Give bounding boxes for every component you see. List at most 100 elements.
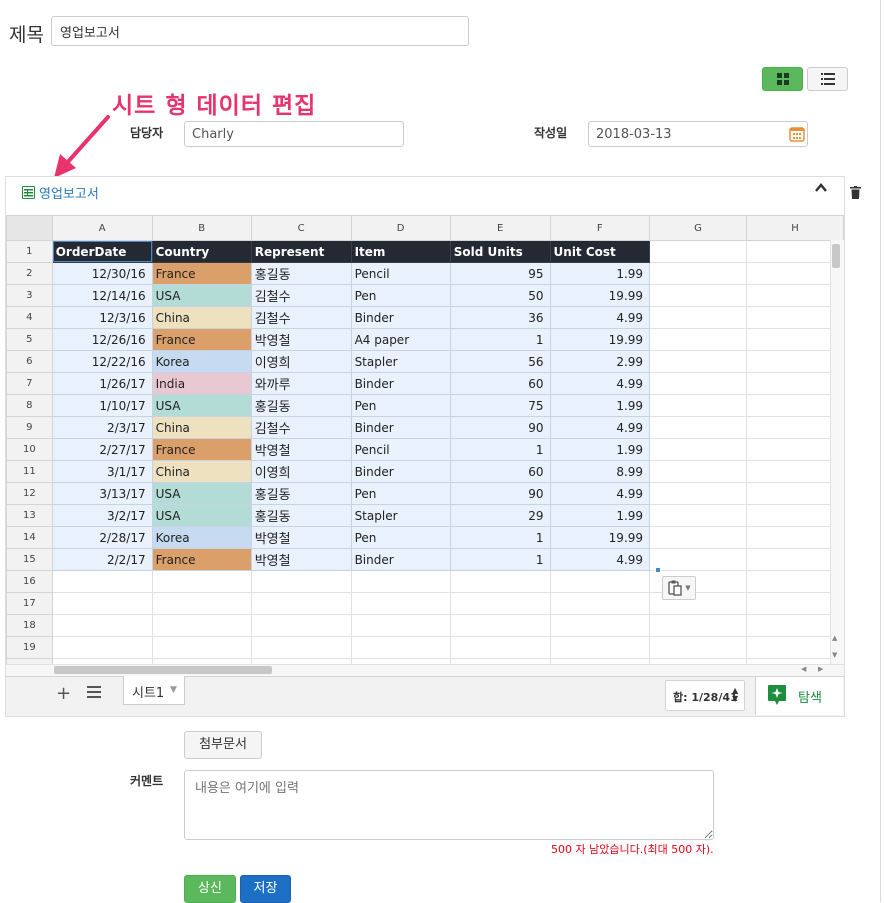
empty-cell[interactable]: [649, 482, 747, 505]
column-header[interactable]: B: [151, 215, 252, 241]
empty-cell[interactable]: [649, 328, 747, 351]
data-cell[interactable]: USA: [151, 394, 252, 417]
empty-cell[interactable]: [649, 636, 747, 659]
vertical-scroll-thumb[interactable]: [832, 244, 840, 268]
add-sheet-icon[interactable]: +: [56, 683, 71, 704]
data-cell[interactable]: China: [151, 460, 252, 483]
empty-cell[interactable]: [649, 262, 747, 285]
manager-input[interactable]: [184, 121, 404, 147]
empty-cell[interactable]: [350, 570, 451, 593]
data-cell[interactable]: 와까루: [250, 372, 352, 395]
data-cell[interactable]: 4.99: [549, 548, 651, 571]
data-cell[interactable]: 4.99: [549, 306, 651, 329]
column-header[interactable]: D: [350, 215, 451, 241]
data-cell[interactable]: 홍길동: [250, 394, 352, 417]
header-cell[interactable]: Unit Cost: [549, 240, 651, 263]
data-cell[interactable]: 2.99: [549, 350, 651, 373]
header-cell[interactable]: OrderDate: [51, 240, 153, 263]
submit-button[interactable]: 상신: [184, 875, 236, 903]
row-header[interactable]: 6: [6, 350, 53, 373]
data-cell[interactable]: 박영철: [250, 328, 352, 351]
data-cell[interactable]: France: [151, 438, 252, 461]
calendar-icon[interactable]: [789, 126, 805, 142]
data-cell[interactable]: 60: [449, 372, 551, 395]
data-cell[interactable]: 1/26/17: [51, 372, 153, 395]
data-cell[interactable]: 김철수: [250, 284, 352, 307]
data-cell[interactable]: 1: [449, 438, 551, 461]
data-cell[interactable]: 8.99: [549, 460, 651, 483]
chevron-up-icon[interactable]: [815, 183, 827, 193]
data-cell[interactable]: 2/2/17: [51, 548, 153, 571]
empty-cell[interactable]: [649, 504, 747, 527]
row-header[interactable]: 10: [6, 438, 53, 461]
data-cell[interactable]: A4 paper: [350, 328, 451, 351]
row-header[interactable]: 5: [6, 328, 53, 351]
row-header[interactable]: 13: [6, 504, 53, 527]
data-cell[interactable]: 36: [449, 306, 551, 329]
empty-cell[interactable]: [250, 636, 352, 659]
empty-cell[interactable]: [350, 614, 451, 637]
data-cell[interactable]: France: [151, 548, 252, 571]
data-cell[interactable]: 4.99: [549, 416, 651, 439]
title-input[interactable]: [51, 16, 469, 46]
data-cell[interactable]: 1.99: [549, 262, 651, 285]
empty-cell[interactable]: [745, 416, 844, 439]
data-cell[interactable]: USA: [151, 482, 252, 505]
data-cell[interactable]: Binder: [350, 306, 451, 329]
data-cell[interactable]: Pen: [350, 482, 451, 505]
empty-cell[interactable]: [549, 636, 651, 659]
empty-cell[interactable]: [449, 636, 551, 659]
data-cell[interactable]: 4.99: [549, 482, 651, 505]
data-cell[interactable]: Korea: [151, 350, 252, 373]
row-header[interactable]: 12: [6, 482, 53, 505]
spreadsheet-grid[interactable]: ABCDEFGH 1 OrderDate Country Represent Item S…: [6, 215, 844, 665]
empty-cell[interactable]: [51, 636, 153, 659]
row-header[interactable]: 18: [6, 614, 53, 637]
empty-cell[interactable]: [745, 570, 844, 593]
row-header[interactable]: 8: [6, 394, 53, 417]
data-cell[interactable]: 1: [449, 548, 551, 571]
empty-cell[interactable]: [649, 614, 747, 637]
grid-view-button[interactable]: [762, 67, 803, 91]
scroll-up-arrow-icon[interactable]: ▲: [832, 634, 837, 642]
column-header[interactable]: H: [745, 215, 844, 241]
empty-cell[interactable]: [649, 416, 747, 439]
data-cell[interactable]: India: [151, 372, 252, 395]
data-cell[interactable]: Pencil: [350, 262, 451, 285]
scroll-right-arrow-icon[interactable]: ▶: [818, 665, 823, 673]
data-cell[interactable]: 19.99: [549, 328, 651, 351]
scroll-left-arrow-icon[interactable]: ◀: [801, 665, 806, 673]
empty-cell[interactable]: [745, 372, 844, 395]
empty-cell[interactable]: [350, 592, 451, 615]
row-header[interactable]: 19: [6, 636, 53, 659]
empty-cell[interactable]: [51, 614, 153, 637]
empty-cell[interactable]: [745, 438, 844, 461]
data-cell[interactable]: Pencil: [350, 438, 451, 461]
empty-cell[interactable]: [250, 570, 352, 593]
header-cell[interactable]: Country: [151, 240, 252, 263]
horizontal-scroll-thumb[interactable]: [54, 666, 272, 674]
data-cell[interactable]: 50: [449, 284, 551, 307]
data-cell[interactable]: 60: [449, 460, 551, 483]
data-cell[interactable]: China: [151, 416, 252, 439]
header-cell[interactable]: Item: [350, 240, 451, 263]
empty-cell[interactable]: [745, 394, 844, 417]
data-cell[interactable]: 12/22/16: [51, 350, 153, 373]
row-header[interactable]: 1: [6, 240, 53, 263]
empty-cell[interactable]: [151, 570, 252, 593]
data-cell[interactable]: USA: [151, 284, 252, 307]
row-header[interactable]: 17: [6, 592, 53, 615]
empty-cell[interactable]: [449, 614, 551, 637]
empty-cell[interactable]: [649, 240, 747, 263]
grid-corner[interactable]: [6, 215, 53, 241]
data-cell[interactable]: USA: [151, 504, 252, 527]
data-cell[interactable]: 12/30/16: [51, 262, 153, 285]
date-input[interactable]: [588, 121, 808, 147]
sum-indicator[interactable]: 합: 1/28/41 ▲ ▼: [665, 680, 745, 711]
empty-cell[interactable]: [649, 350, 747, 373]
empty-cell[interactable]: [449, 592, 551, 615]
data-cell[interactable]: Pen: [350, 526, 451, 549]
row-header[interactable]: 4: [6, 306, 53, 329]
data-cell[interactable]: 3/1/17: [51, 460, 153, 483]
data-cell[interactable]: 90: [449, 416, 551, 439]
